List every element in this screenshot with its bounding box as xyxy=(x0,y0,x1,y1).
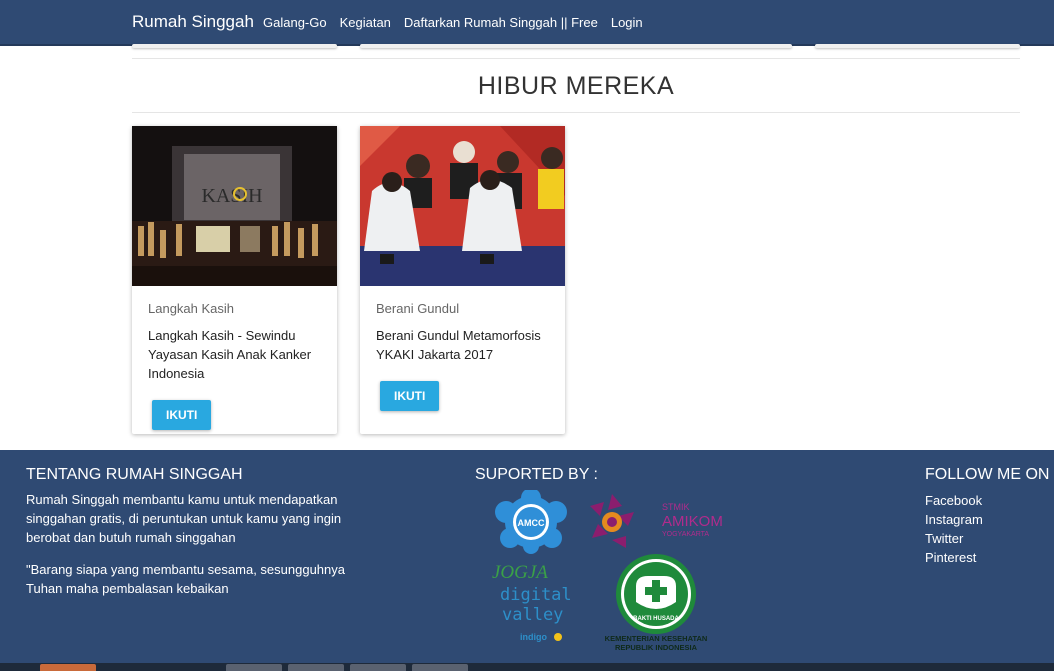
event-image[interactable]: KASIH xyxy=(132,126,337,286)
brand-link[interactable]: Rumah Singgah xyxy=(132,12,254,32)
pinterest-link[interactable]: Pinterest xyxy=(925,548,983,567)
taskbar-item[interactable] xyxy=(40,664,96,671)
event-card: Berani Gundul Berani Gundul Metamorfosis… xyxy=(360,126,565,434)
jogja-digital-valley-logo: JOGJA digital valley indigo xyxy=(492,562,572,642)
taskbar-item[interactable] xyxy=(226,664,282,671)
divider xyxy=(132,112,1020,113)
jogja-logo-text: valley xyxy=(502,605,563,625)
kemenkes-logo-text: REPUBLIK INDONESIA xyxy=(615,643,698,652)
kemenkes-logo-text: BAKTI HUSADA xyxy=(633,616,679,622)
card-category: Berani Gundul xyxy=(376,301,460,316)
amcc-logo-text: AMCC xyxy=(518,518,545,528)
follow-title: FOLLOW ME ON xyxy=(925,466,1050,483)
footer: TENTANG RUMAH SINGGAH Rumah Singgah memb… xyxy=(0,450,1054,663)
card-peek xyxy=(360,44,792,48)
facebook-link[interactable]: Facebook xyxy=(925,491,983,510)
nav-links: Galang-Go Kegiatan Daftarkan Rumah Singg… xyxy=(263,15,643,30)
taskbar-item[interactable] xyxy=(350,664,406,671)
ikuti-button[interactable]: IKUTI xyxy=(380,381,440,411)
card-title: Berani Gundul Metamorfosis YKAKI Jakarta… xyxy=(376,328,541,362)
nav-login[interactable]: Login xyxy=(611,15,643,30)
supported-title: SUPORTED BY : xyxy=(475,466,598,483)
jogja-logo-text: JOGJA xyxy=(492,562,548,583)
card-peek xyxy=(132,44,337,48)
nav-daftarkan[interactable]: Daftarkan Rumah Singgah || Free xyxy=(404,15,598,30)
amcc-logo: AMCC xyxy=(495,490,567,554)
amikom-logo-text: YOGYAKARTA xyxy=(662,531,709,538)
ikuti-button[interactable]: IKUTI xyxy=(152,400,212,430)
event-card: KASIH Langkah Kasih Langkah Kasih - Sewi… xyxy=(132,126,337,434)
taskbar-item[interactable] xyxy=(412,664,468,671)
event-image[interactable] xyxy=(360,126,565,286)
nav-kegiatan[interactable]: Kegiatan xyxy=(340,15,391,30)
taskbar-item[interactable] xyxy=(288,664,344,671)
kemenkes-logo: BAKTI HUSADA KEMENTERIAN KESEHATAN REPUB… xyxy=(605,554,708,652)
section-title: HIBUR MEREKA xyxy=(477,72,675,100)
twitter-link[interactable]: Twitter xyxy=(925,529,983,548)
card-category: Langkah Kasih xyxy=(148,301,235,316)
card-title: Langkah Kasih - Sewindu Yayasan Kasih An… xyxy=(148,328,312,381)
social-links: Facebook Instagram Twitter Pinterest xyxy=(925,491,983,567)
instagram-link[interactable]: Instagram xyxy=(925,510,983,529)
taskbar xyxy=(0,663,1054,671)
about-quote: "Barang siapa yang membantu sesama, sesu… xyxy=(26,562,345,596)
card-peek xyxy=(815,44,1020,48)
jogja-logo-text: digital xyxy=(500,585,572,605)
amikom-logo-text: STMIK xyxy=(662,502,690,512)
stage-screen-text: KASIH xyxy=(201,185,262,207)
jogja-logo-text: indigo xyxy=(520,632,547,642)
amikom-logo: STMIK AMIKOM YOGYAKARTA xyxy=(590,494,723,548)
about-text: Rumah Singgah membantu kamu untuk mendap… xyxy=(26,492,342,545)
amikom-logo-text: AMIKOM xyxy=(662,513,723,530)
about-title: TENTANG RUMAH SINGGAH xyxy=(26,466,243,483)
divider xyxy=(132,58,1020,59)
navbar: Rumah Singgah Galang-Go Kegiatan Daftark… xyxy=(0,0,1054,46)
nav-galang-go[interactable]: Galang-Go xyxy=(263,15,327,30)
kemenkes-logo-text: KEMENTERIAN KESEHATAN xyxy=(605,634,708,643)
